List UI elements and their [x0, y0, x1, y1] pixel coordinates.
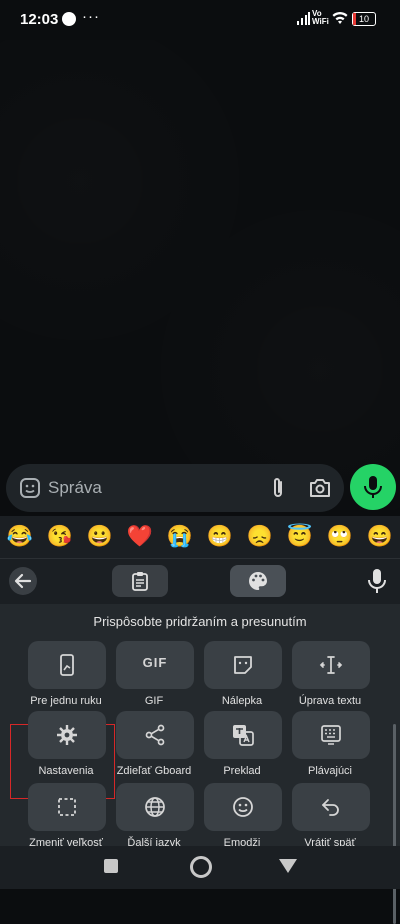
emoji-suggestion[interactable]: 😭: [160, 525, 200, 549]
tile-settings[interactable]: [28, 711, 106, 759]
more-notifications-icon: ···: [82, 8, 100, 25]
theme-button[interactable]: [230, 565, 286, 597]
palette-icon: [249, 572, 267, 590]
emoji-suggestion[interactable]: ❤️: [120, 525, 160, 549]
tile-label: Preklad: [223, 765, 261, 777]
scrollbar[interactable]: [393, 724, 396, 924]
tile-label: Úprava textu: [298, 695, 362, 707]
translate-icon: [233, 725, 254, 746]
camera-icon[interactable]: [308, 477, 332, 499]
tile-label: Plávajúci: [307, 765, 353, 777]
back-button[interactable]: [279, 859, 297, 873]
tile-label: Pre jednu ruku: [30, 695, 102, 707]
emoji-suggestion[interactable]: 😞: [240, 525, 280, 549]
globe-icon: [145, 797, 165, 817]
recents-button[interactable]: [104, 859, 118, 873]
tile-gif[interactable]: GIF: [116, 641, 194, 689]
status-time: 12:03: [20, 11, 59, 28]
keyboard-mic-icon[interactable]: [366, 568, 388, 594]
emoji-suggestion[interactable]: 😁: [200, 525, 240, 549]
gif-icon: GIF: [142, 655, 168, 670]
tile-emoji[interactable]: [204, 783, 282, 831]
emoji-suggestion-row: 😂 😘 😀 ❤️ 😭 😁 😞 😇 🙄 😄: [0, 516, 400, 559]
gboard-keyboard: 😂 😘 😀 ❤️ 😭 😁 😞 😇 🙄 😄 Prispôsobte pridrža…: [0, 516, 400, 924]
share-icon: [145, 724, 165, 746]
tile-label: Nálepka: [221, 695, 263, 707]
text-edit-icon: [319, 656, 343, 674]
emoji-suggestion[interactable]: 😇: [280, 525, 320, 549]
tile-text-editing[interactable]: [292, 641, 370, 689]
message-composer[interactable]: Správa: [6, 464, 344, 512]
battery-icon: 10: [352, 12, 376, 26]
emoji-suggestion[interactable]: 😄: [360, 525, 400, 549]
tile-label: Zdieľať Gboard: [116, 765, 192, 777]
tile-share[interactable]: [116, 711, 194, 759]
wifi-icon: [332, 12, 348, 24]
emoji-suggestion[interactable]: 😘: [40, 525, 80, 549]
emoji-suggestion[interactable]: 😀: [80, 525, 120, 549]
vowifi-label-bottom: WiFi: [312, 17, 329, 26]
chat-area[interactable]: [0, 40, 400, 510]
tile-translate[interactable]: [204, 711, 282, 759]
customize-hint: Prispôsobte pridržaním a presunutím: [93, 614, 307, 629]
status-bar: 12:03 ··· Vo WiFi 10: [0, 0, 400, 40]
home-button[interactable]: [190, 856, 212, 878]
tile-resize[interactable]: [28, 783, 106, 831]
emoji-suggestion[interactable]: 😂: [0, 525, 40, 549]
vowifi-indicator: Vo WiFi: [312, 10, 329, 26]
sticker-emoji-icon[interactable]: [18, 476, 42, 500]
sticker-icon: [234, 656, 252, 674]
message-input[interactable]: Správa: [48, 478, 102, 498]
tile-floating[interactable]: [292, 711, 370, 759]
clipboard-button[interactable]: [112, 565, 168, 597]
tile-label: GIF: [144, 695, 164, 707]
floating-keyboard-icon: [321, 725, 341, 745]
attach-icon[interactable]: [268, 476, 288, 500]
tile-label: Nastavenia: [38, 765, 94, 777]
one-hand-icon: [60, 654, 74, 676]
emoji-suggestion[interactable]: 🙄: [320, 525, 360, 549]
signal-icon: [297, 12, 310, 25]
emoji-icon: [233, 797, 253, 817]
gear-icon: [57, 725, 77, 745]
back-arrow-icon[interactable]: [8, 566, 38, 596]
keyboard-toolbar: [0, 560, 400, 604]
mic-icon: [364, 476, 382, 498]
messenger-notification-icon: [62, 12, 76, 26]
tile-sticker[interactable]: [204, 641, 282, 689]
battery-level: 10: [358, 14, 369, 24]
system-navigation-bar: [0, 846, 400, 889]
tile-one-handed[interactable]: [28, 641, 106, 689]
voice-message-button[interactable]: [350, 464, 396, 510]
resize-icon: [58, 798, 76, 816]
tile-next-language[interactable]: [116, 783, 194, 831]
undo-icon: [322, 799, 339, 816]
clipboard-icon: [132, 572, 148, 591]
tile-undo[interactable]: [292, 783, 370, 831]
